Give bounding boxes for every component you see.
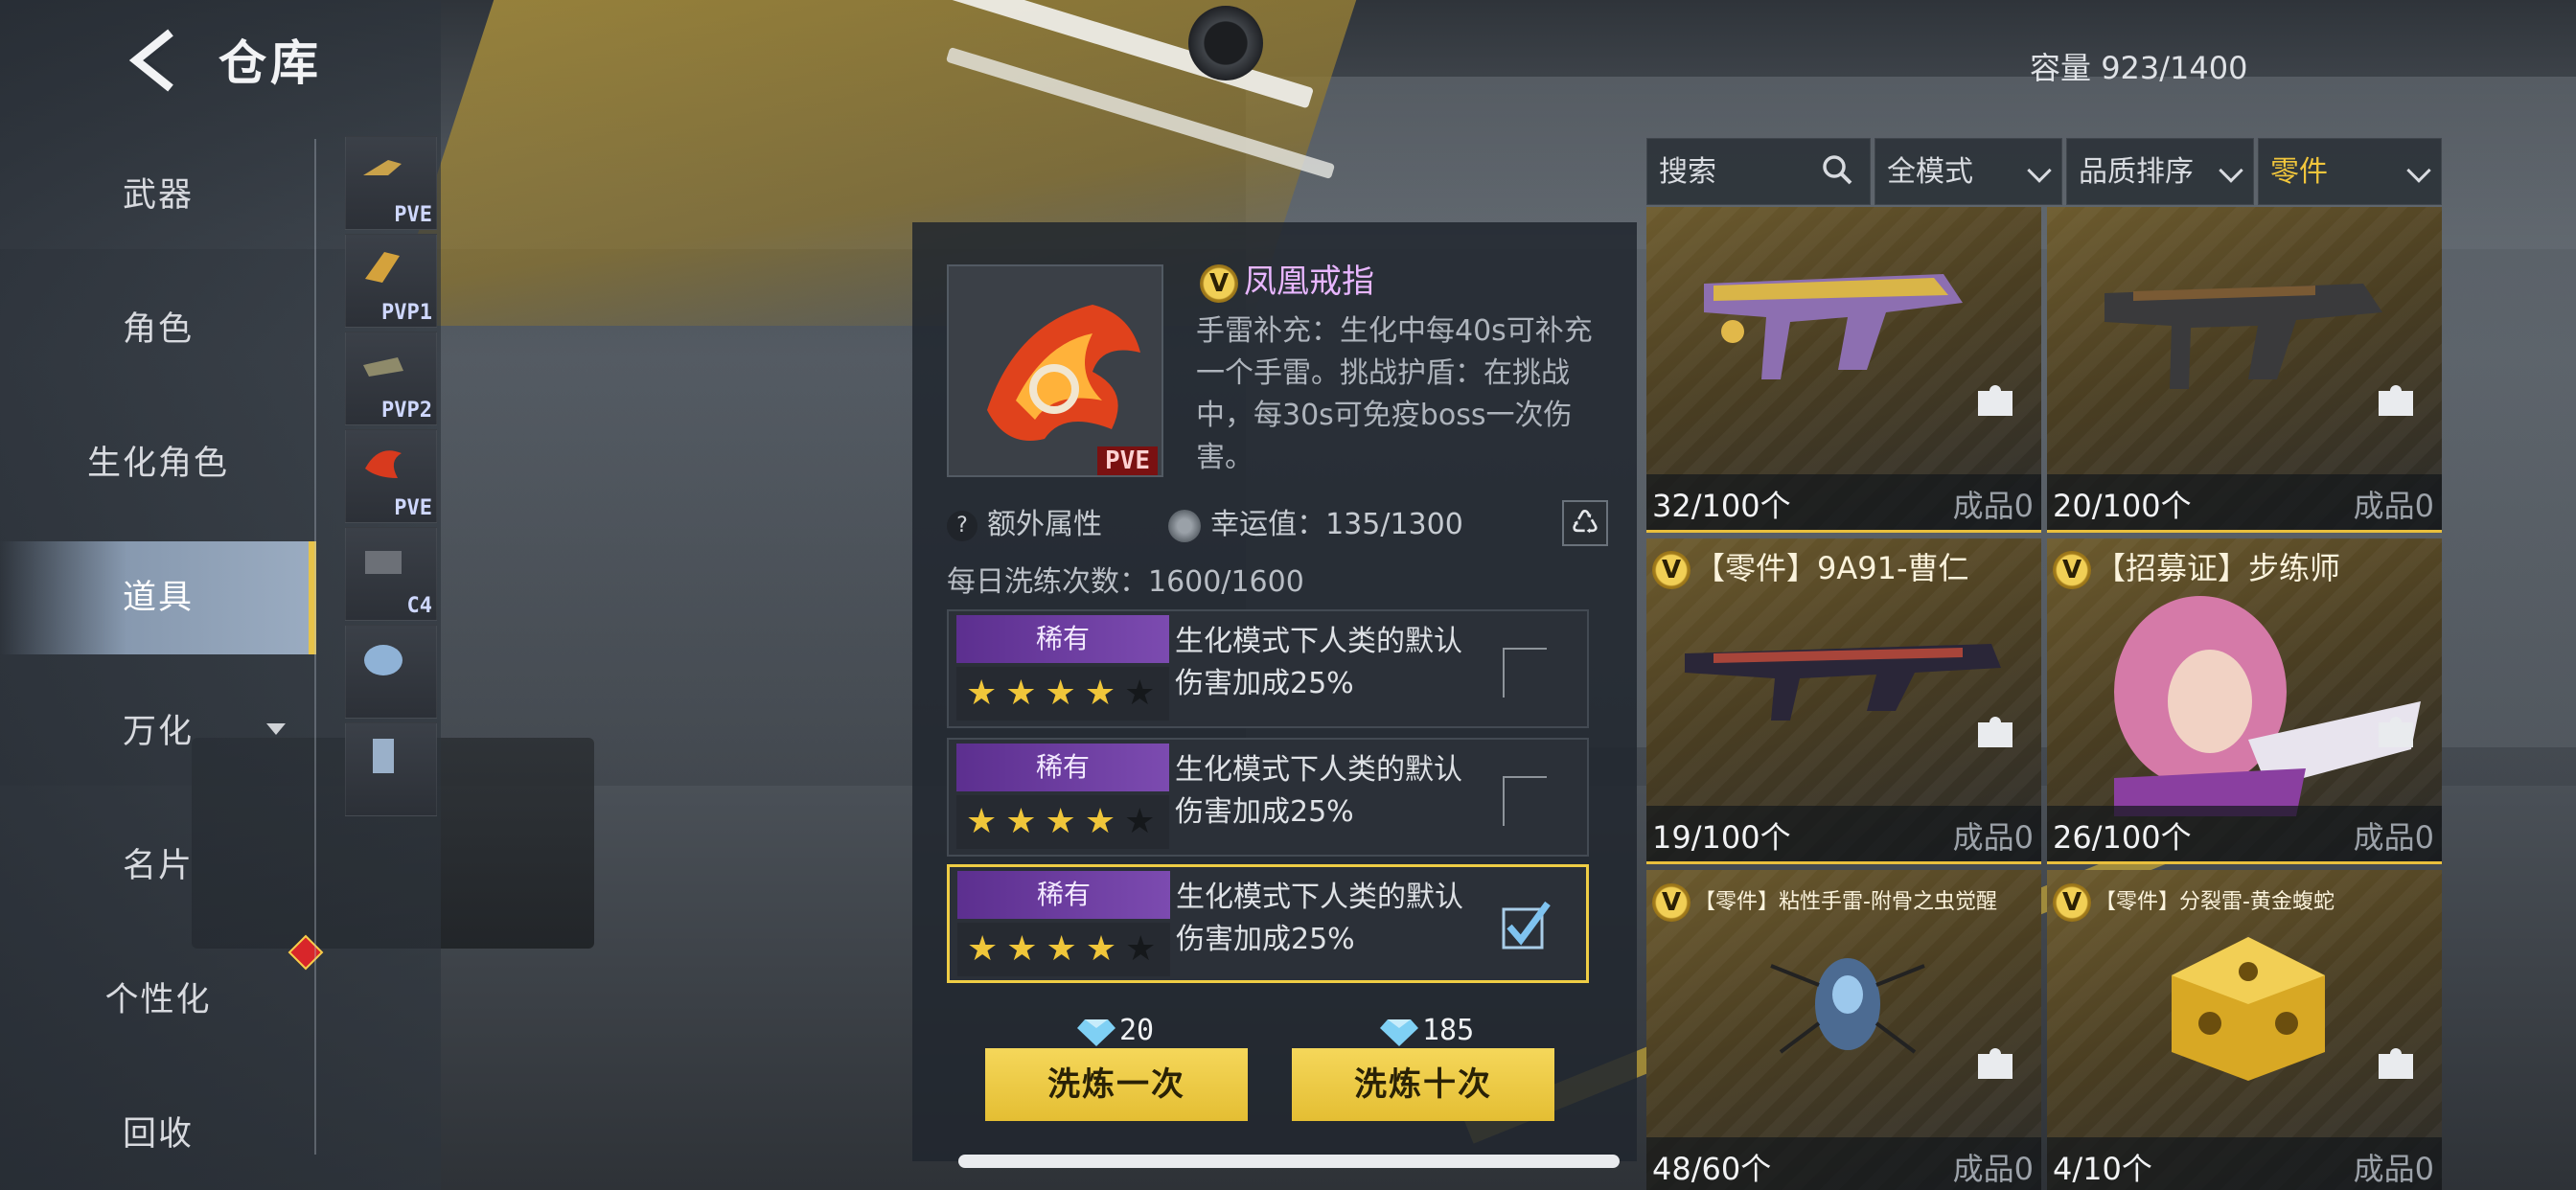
- option-checkbox[interactable]: [1503, 648, 1547, 698]
- item-card[interactable]: 20/100个 成品0: [2047, 207, 2442, 533]
- search-icon: [1823, 155, 1852, 185]
- diamond-icon: [1077, 1018, 1116, 1046]
- red-dot-notification-icon: [288, 934, 324, 971]
- puzzle-piece-icon: [1978, 385, 2012, 416]
- option-text: 生化模式下人类的默认伤害加成25%: [1175, 625, 1462, 700]
- gold-cube-grenade-icon: [2172, 937, 2325, 1081]
- v-badge-icon: V: [1200, 263, 1238, 303]
- category-select[interactable]: 零件: [2258, 138, 2442, 205]
- sidebar-item-roles[interactable]: 角色: [0, 273, 316, 386]
- sidebar: 仓库 武器 角色 生化角色 道具 万化 名片 个性化 回收 PVE PVP1 P…: [0, 0, 441, 1190]
- divider: [314, 139, 316, 1155]
- item-card[interactable]: V 【零件】粘性手雷-附骨之虫觉醒 48/60个 成品0: [1646, 870, 2041, 1190]
- sidebar-item-props[interactable]: 道具: [0, 541, 316, 654]
- weapon-icon: [363, 160, 402, 175]
- refine-once-button[interactable]: 洗炼一次: [985, 1048, 1248, 1121]
- back-arrow-icon: [128, 29, 173, 92]
- device-icon: [373, 739, 394, 773]
- weapon-icon: [365, 252, 400, 283]
- sidebar-item-wanhua[interactable]: 万化: [0, 675, 316, 789]
- v-badge-icon: V: [2053, 551, 2091, 589]
- thumbnail-item[interactable]: PVP1: [345, 234, 437, 328]
- sort-select[interactable]: 品质排序: [2066, 138, 2254, 205]
- chevron-down-icon: [2406, 158, 2431, 183]
- refine-option[interactable]: 稀有 ★★★★★ 生化模式下人类的默认伤害加成25%: [947, 609, 1589, 728]
- star-rating: ★★★★★: [956, 667, 1169, 721]
- ornate-smg-icon: [1704, 274, 1963, 379]
- puzzle-piece-icon: [1978, 717, 2012, 747]
- rifle-icon: [1685, 644, 2001, 721]
- sidebar-item-bio-roles[interactable]: 生化角色: [0, 407, 316, 520]
- dark-smg-icon: [2104, 284, 2382, 389]
- diamond-icon: [1380, 1018, 1418, 1046]
- rarity-badge: 稀有: [956, 744, 1169, 791]
- mode-select[interactable]: 全模式: [1874, 138, 2062, 205]
- luck-icon: [1168, 509, 1202, 542]
- refine-option-selected[interactable]: 稀有 ★★★★★ 生化模式下人类的默认伤害加成25%: [947, 864, 1589, 983]
- recycle-button[interactable]: ♺: [1562, 500, 1608, 546]
- sidebar-item-cards[interactable]: 名片: [0, 810, 316, 923]
- attribute-row: ? 额外属性 幸运值：135/1300 ♺: [947, 500, 1608, 548]
- v-badge-icon: V: [2053, 883, 2091, 922]
- capacity-indicator: 容量 923/1400: [2030, 50, 2248, 86]
- thumbnail-item[interactable]: PVP2: [345, 332, 437, 425]
- thumbnail-item[interactable]: PVE: [345, 429, 437, 523]
- sidebar-item-weapons[interactable]: 武器: [0, 139, 316, 252]
- option-checkbox[interactable]: [1502, 901, 1551, 953]
- back-button[interactable]: [125, 27, 182, 94]
- phoenix-ring-icon: [365, 450, 402, 478]
- puzzle-piece-icon: [1978, 1048, 2012, 1079]
- item-card[interactable]: V 【招募证】步练师 26/100个 成品0: [2047, 538, 2442, 864]
- item-icon: PVE: [947, 264, 1163, 477]
- thumbnail-item[interactable]: C4: [345, 527, 437, 621]
- cost-once: 20: [1077, 1014, 1154, 1047]
- item-detail-panel: PVE V 凤凰戒指 手雷补充：生化中每40s可补充一个手雷。挑战护盾：在挑战中，…: [912, 222, 1637, 1161]
- cost-ten: 185: [1380, 1014, 1474, 1047]
- item-card[interactable]: 32/100个 成品0: [1646, 207, 2041, 533]
- camera-ring: [1188, 6, 1263, 80]
- sidebar-item-recycle[interactable]: 回收: [0, 1078, 316, 1190]
- v-badge-icon: V: [1652, 551, 1690, 589]
- option-text: 生化模式下人类的默认伤害加成25%: [1176, 881, 1463, 956]
- star-rating: ★★★★★: [957, 923, 1170, 976]
- category-list: 武器 角色 生化角色 道具 万化 名片 个性化 回收: [0, 139, 324, 1190]
- thumbnail-item[interactable]: [345, 722, 437, 816]
- v-badge-icon: V: [1652, 883, 1690, 922]
- puzzle-piece-icon: [2379, 1048, 2413, 1079]
- rarity-badge: 稀有: [957, 871, 1170, 919]
- item-description: 手雷补充：生化中每40s可补充一个手雷。挑战护盾：在挑战中，每30s可免疫bos…: [1196, 314, 1593, 474]
- puzzle-piece-icon: [2379, 385, 2413, 416]
- beetle-grenade-icon: [1770, 958, 1925, 1054]
- option-checkbox[interactable]: [1503, 776, 1547, 826]
- rarity-badge: 稀有: [956, 615, 1169, 663]
- star-rating: ★★★★★: [956, 795, 1169, 849]
- c4-icon: [365, 551, 402, 574]
- item-card[interactable]: V 【零件】分裂雷-黄金蝮蛇 4/10个 成品0: [2047, 870, 2442, 1190]
- item-grid: 32/100个 成品0 20/100个 成品0 V 【零件】9A91-曹仁 19/…: [1646, 207, 2442, 1190]
- chevron-down-icon: [2219, 158, 2243, 183]
- refine-option[interactable]: 稀有 ★★★★★ 生化模式下人类的默认伤害加成25%: [947, 738, 1589, 857]
- page-title: 仓库: [218, 35, 322, 91]
- item-name: V 凤凰戒指: [1200, 255, 1374, 303]
- help-icon[interactable]: ?: [947, 510, 978, 541]
- daily-refine-count: 每日洗练次数：1600/1600: [947, 565, 1304, 599]
- search-input[interactable]: 搜索: [1646, 138, 1871, 205]
- refine-ten-button[interactable]: 洗炼十次: [1292, 1048, 1554, 1121]
- weapon-icon: [363, 357, 403, 377]
- puzzle-piece-icon: [2379, 717, 2413, 747]
- thumbnail-item[interactable]: PVE: [345, 136, 437, 230]
- character-portrait-icon: [2114, 596, 2421, 816]
- home-indicator[interactable]: [958, 1155, 1620, 1168]
- dropdown-triangle-icon: [266, 723, 286, 735]
- thumbnail-item[interactable]: [345, 625, 437, 719]
- option-text: 生化模式下人类的默认伤害加成25%: [1175, 753, 1462, 829]
- item-card[interactable]: V 【零件】9A91-曹仁 19/100个 成品0: [1646, 538, 2041, 864]
- chevron-down-icon: [2027, 158, 2052, 183]
- helmet-icon: [364, 645, 402, 675]
- sidebar-item-personalize[interactable]: 个性化: [0, 934, 324, 1057]
- filter-bar: 搜索 全模式 品质排序 零件: [1646, 138, 2442, 205]
- item-thumbnail-list: PVE PVP1 PVP2 PVE C4: [345, 136, 437, 820]
- checkmark-icon: [1502, 901, 1551, 950]
